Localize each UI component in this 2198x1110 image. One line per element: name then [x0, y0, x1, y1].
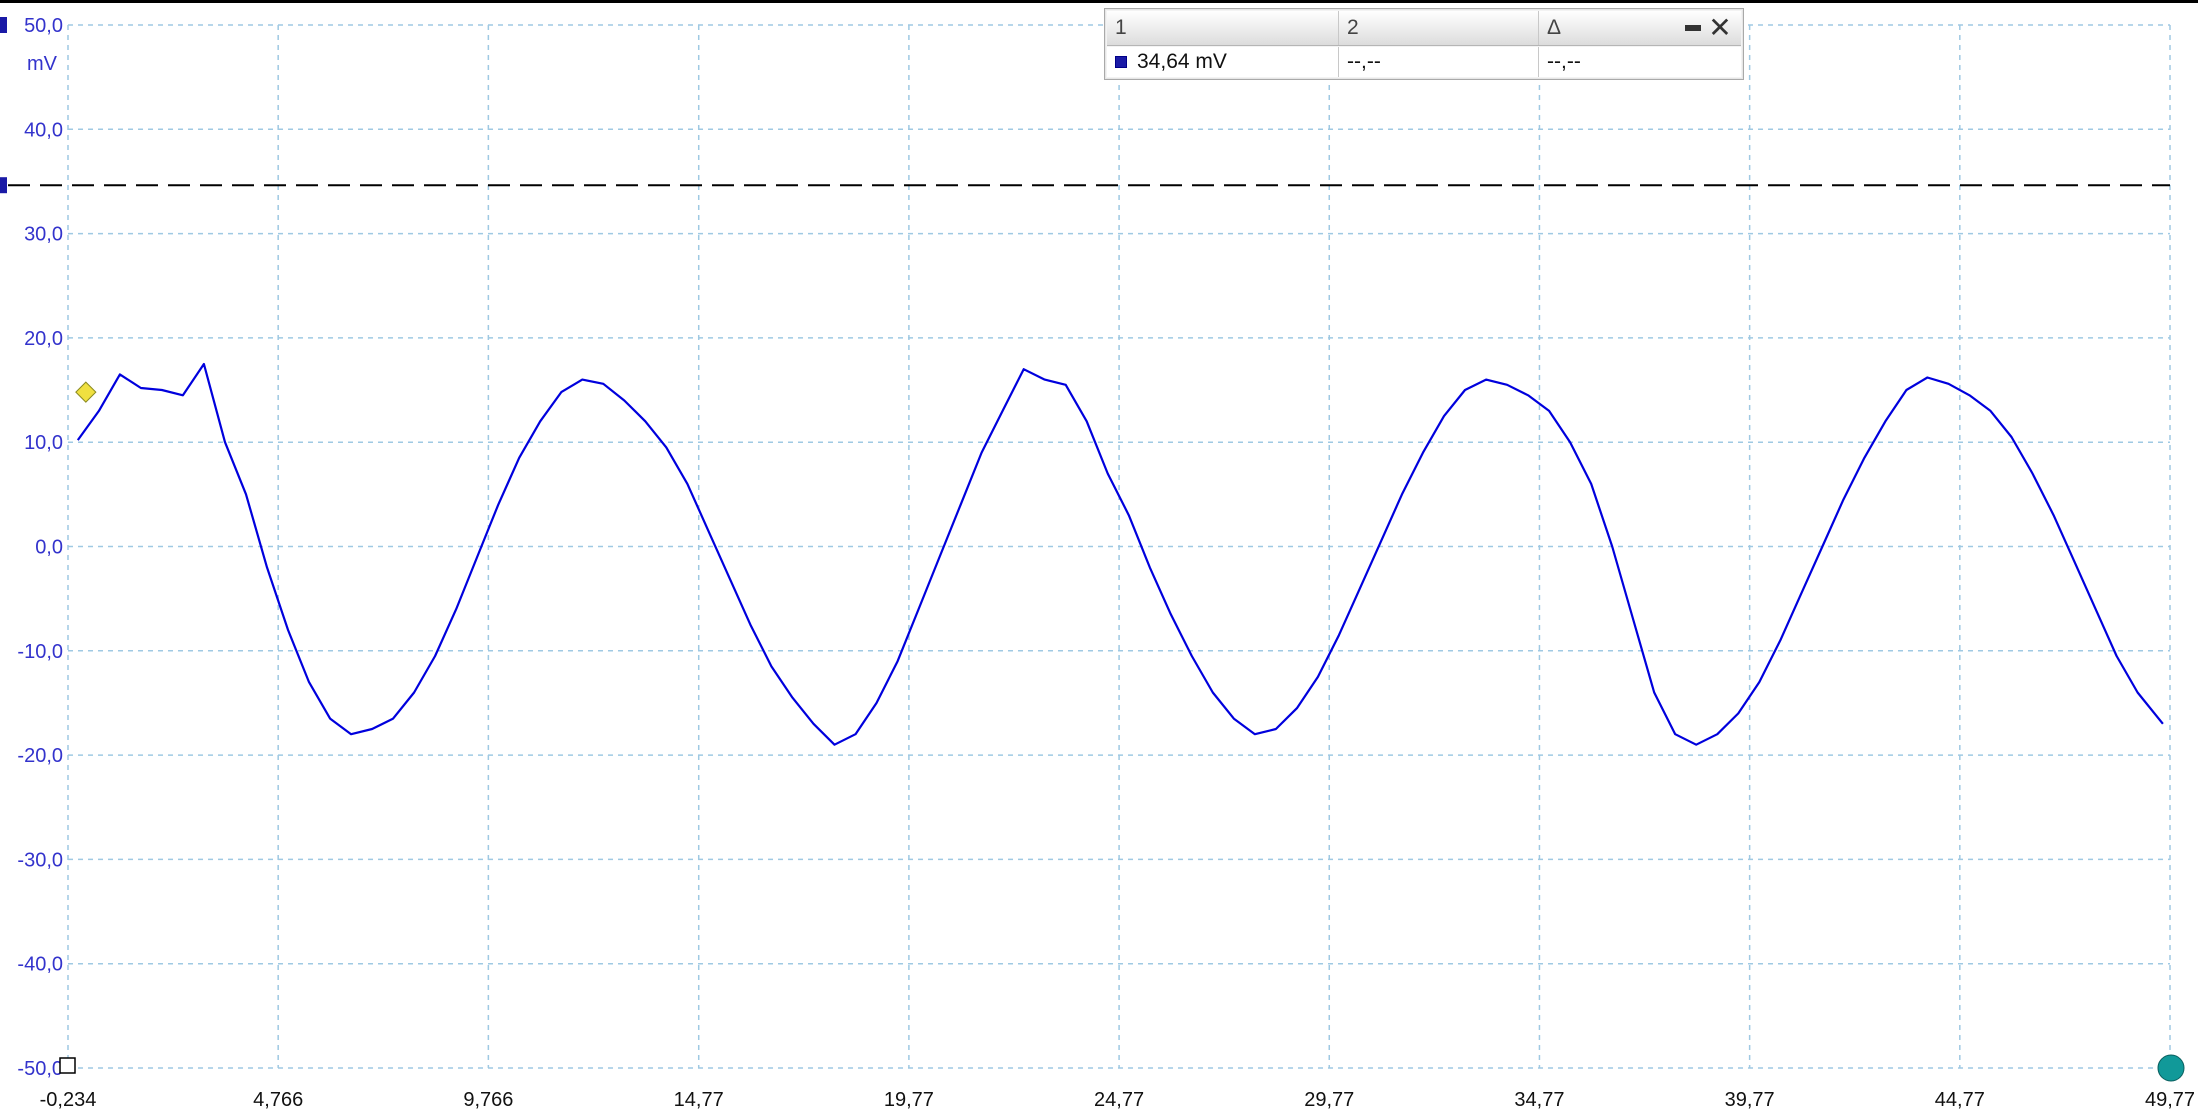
readout-value-delta: --,-- [1547, 50, 1581, 73]
x-axis: -0,234 4,766 9,766 14,77 19,77 24,77 29,77 34,7… [40, 1089, 2195, 1110]
channel-square-icon [1115, 56, 1127, 68]
x-tick-label: 24,77 [1094, 1089, 1144, 1110]
y-tick-label: -20,0 [17, 745, 63, 767]
readout-value-1-text: 34,64 mV [1137, 50, 1227, 73]
y-unit-label: mV [27, 53, 58, 75]
origin-marker-icon[interactable] [59, 1057, 76, 1074]
y-tick-label: 10,0 [24, 432, 63, 454]
close-icon[interactable]: ✕ [1707, 14, 1733, 42]
y-tick-label: 50,0 [24, 15, 63, 37]
y-tick-label: -50,0 [17, 1058, 63, 1080]
y-tick-label: -10,0 [17, 641, 63, 663]
end-marker-icon[interactable] [2157, 1054, 2185, 1082]
y-tick-label: 40,0 [24, 119, 63, 141]
x-tick-label: -0,234 [40, 1089, 97, 1110]
x-tick-label: 9,766 [463, 1089, 513, 1110]
x-tick-label: 29,77 [1304, 1089, 1354, 1110]
trigger-marker-icon[interactable] [75, 381, 97, 403]
x-tick-label: 14,77 [674, 1089, 724, 1110]
oscilloscope-chart[interactable]: 50,0 40,0 30,0 20,0 10,0 0,0 -10,0 -20,0 -30,0 -4… [0, 0, 2198, 1110]
series-line [76, 362, 2164, 746]
x-tick-label: 39,77 [1725, 1089, 1775, 1110]
readout-value-cursor-1: 34,64 mV [1107, 47, 1339, 77]
x-tick-label: 44,77 [1935, 1089, 1985, 1110]
readout-value-cursor-2: --,-- [1339, 47, 1539, 77]
y-axis: 50,0 40,0 30,0 20,0 10,0 0,0 -10,0 -20,0 -30,0 -4… [17, 15, 63, 1080]
grid [67, 24, 2171, 1069]
y-tick-label: 30,0 [24, 224, 63, 246]
cursor-handle-icon[interactable] [0, 177, 7, 194]
cursor-readout-panel: 1 2 Δ ✕ 34,64 mV --,-- --,-- [1104, 8, 1744, 80]
readout-header-cursor-1: 1 [1107, 11, 1339, 45]
y-range-handle-icon[interactable] [0, 17, 7, 33]
readout-values-row: 34,64 mV --,-- --,-- [1107, 47, 1741, 77]
x-tick-label: 19,77 [884, 1089, 934, 1110]
readout-header: 1 2 Δ ✕ [1107, 11, 1741, 46]
y-tick-label: -30,0 [17, 849, 63, 871]
y-tick-label: 20,0 [24, 328, 63, 350]
x-tick-label: 49,77 [2145, 1089, 2195, 1110]
readout-header-cursor-2: 2 [1339, 11, 1539, 45]
y-tick-label: 0,0 [35, 537, 63, 559]
minimize-icon[interactable] [1685, 25, 1701, 31]
x-tick-label: 34,77 [1514, 1089, 1564, 1110]
y-tick-label: -40,0 [17, 954, 63, 976]
x-tick-label: 4,766 [253, 1089, 303, 1110]
